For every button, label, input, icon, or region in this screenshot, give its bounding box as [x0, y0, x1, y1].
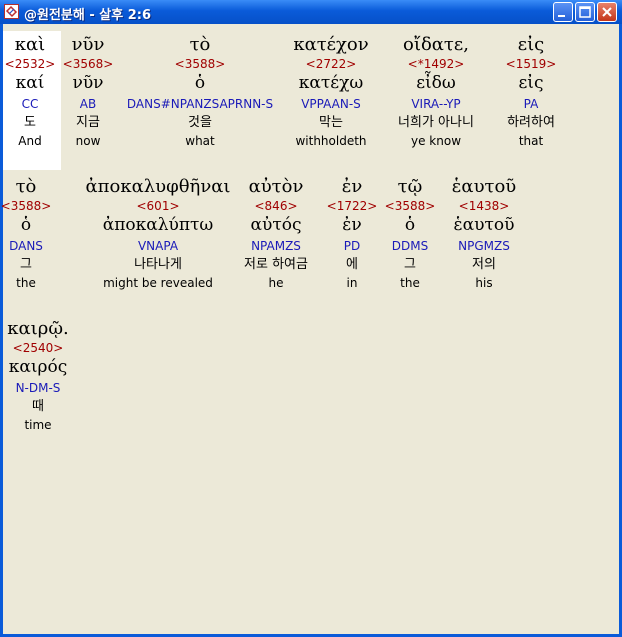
korean-gloss: 하려하여: [507, 115, 555, 130]
close-button[interactable]: [597, 2, 617, 22]
english-gloss: the: [400, 276, 420, 290]
minimize-button[interactable]: [553, 2, 573, 22]
lemma: ἀποκαλύπτω: [102, 215, 214, 235]
english-gloss: the: [16, 276, 36, 290]
greek-word: τὸ: [189, 34, 211, 55]
strong-number: <1438>: [458, 199, 510, 213]
strong-number: <2532>: [4, 57, 56, 71]
korean-gloss: 때: [32, 399, 44, 414]
greek-word: οἴδατε,: [403, 34, 469, 55]
morphology: VNAPA: [137, 239, 179, 253]
korean-gloss: 그: [404, 257, 416, 272]
lemma: ἐν: [342, 215, 362, 235]
morphology: VIRA--YP: [411, 97, 461, 111]
korean-gloss: 저의: [472, 257, 496, 272]
minimize-icon: [558, 15, 565, 17]
korean-gloss: 너희가 아나니: [398, 115, 474, 130]
korean-gloss: 에: [346, 257, 358, 272]
lemma: νῦν: [72, 73, 104, 93]
english-gloss: what: [185, 134, 215, 148]
greek-word: αὐτὸν: [248, 176, 304, 197]
morphology: NPGMZS: [458, 239, 510, 253]
greek-word: καὶ: [14, 34, 46, 55]
strong-number: <601>: [136, 199, 180, 213]
korean-gloss: 저로 하여금: [244, 257, 308, 272]
greek-word: ἐν: [341, 176, 363, 197]
app-icon[interactable]: [4, 4, 19, 19]
english-gloss: in: [346, 276, 358, 290]
morphology: VPPAAN-S: [301, 97, 361, 111]
morphology: PD: [343, 239, 361, 253]
strong-number: <2540>: [12, 341, 64, 355]
morphology: CC: [21, 97, 39, 111]
morphology: N-DM-S: [15, 381, 61, 395]
lemma: ὁ: [404, 215, 416, 235]
greek-word: τῷ: [397, 176, 423, 197]
strong-number: <846>: [254, 199, 298, 213]
lemma: εἶδω: [416, 73, 456, 93]
english-gloss: And: [18, 134, 42, 148]
greek-word: τὸ: [15, 176, 37, 197]
maximize-button[interactable]: [575, 2, 595, 22]
morphology: PA: [523, 97, 539, 111]
lemma: καιρός: [8, 357, 68, 377]
strong-number: <1519>: [505, 57, 557, 71]
morphology-alternate: APRNN-S: [219, 97, 274, 111]
morphology-primary: DANS#NPANZS: [126, 97, 220, 111]
greek-word: κατέχον: [293, 34, 369, 55]
korean-gloss: 나타나게: [134, 257, 182, 272]
morphology: NPAMZS: [251, 239, 301, 253]
window-title: @원전분해 - 살후 2:6: [24, 8, 152, 23]
english-gloss: time: [24, 418, 52, 432]
title-bar[interactable]: @원전분해 - 살후 2:6: [0, 0, 622, 24]
lemma: ἑαυτοῦ: [453, 215, 515, 235]
english-gloss: withholdeth: [295, 134, 367, 148]
greek-word: καιρῷ.: [7, 318, 69, 339]
greek-word: ἀποκαλυφθῆναι: [85, 176, 231, 197]
korean-gloss: 도: [24, 115, 36, 130]
lemma: εἰς: [518, 73, 544, 93]
lemma: αὐτός: [250, 215, 302, 235]
lemma: κατέχω: [298, 73, 364, 93]
lemma: ὁ: [194, 73, 206, 93]
korean-gloss: 것을: [188, 115, 212, 130]
korean-gloss: 막는: [319, 115, 343, 130]
english-gloss: might be revealed: [103, 276, 213, 290]
strong-number: <1722>: [326, 199, 378, 213]
english-gloss: ye know: [410, 134, 462, 148]
strong-number: <3588>: [174, 57, 226, 71]
morphology: DDMS: [391, 239, 429, 253]
strong-number: <3568>: [62, 57, 114, 71]
maximize-icon: [579, 6, 591, 18]
greek-word: ἑαυτοῦ: [451, 176, 517, 197]
greek-word: νῦν: [71, 34, 105, 55]
strong-number: <*1492>: [407, 57, 465, 71]
close-icon: [602, 7, 612, 17]
lemma: καί: [15, 73, 45, 93]
english-gloss: that: [518, 134, 544, 148]
lemma: ὁ: [20, 215, 32, 235]
english-gloss: his: [475, 276, 493, 290]
english-gloss: now: [75, 134, 101, 148]
strong-number: <3588>: [0, 199, 52, 213]
strong-number: <2722>: [305, 57, 357, 71]
korean-gloss: 지금: [76, 115, 100, 130]
korean-gloss: 그: [20, 257, 32, 272]
greek-word: εἰς: [517, 34, 545, 55]
morphology: AB: [79, 97, 97, 111]
morphology: DANS#NPANZSAPRNN-S: [127, 96, 273, 112]
english-gloss: he: [268, 276, 284, 290]
morphology: DANS: [9, 239, 43, 253]
strong-number: <3588>: [384, 199, 436, 213]
